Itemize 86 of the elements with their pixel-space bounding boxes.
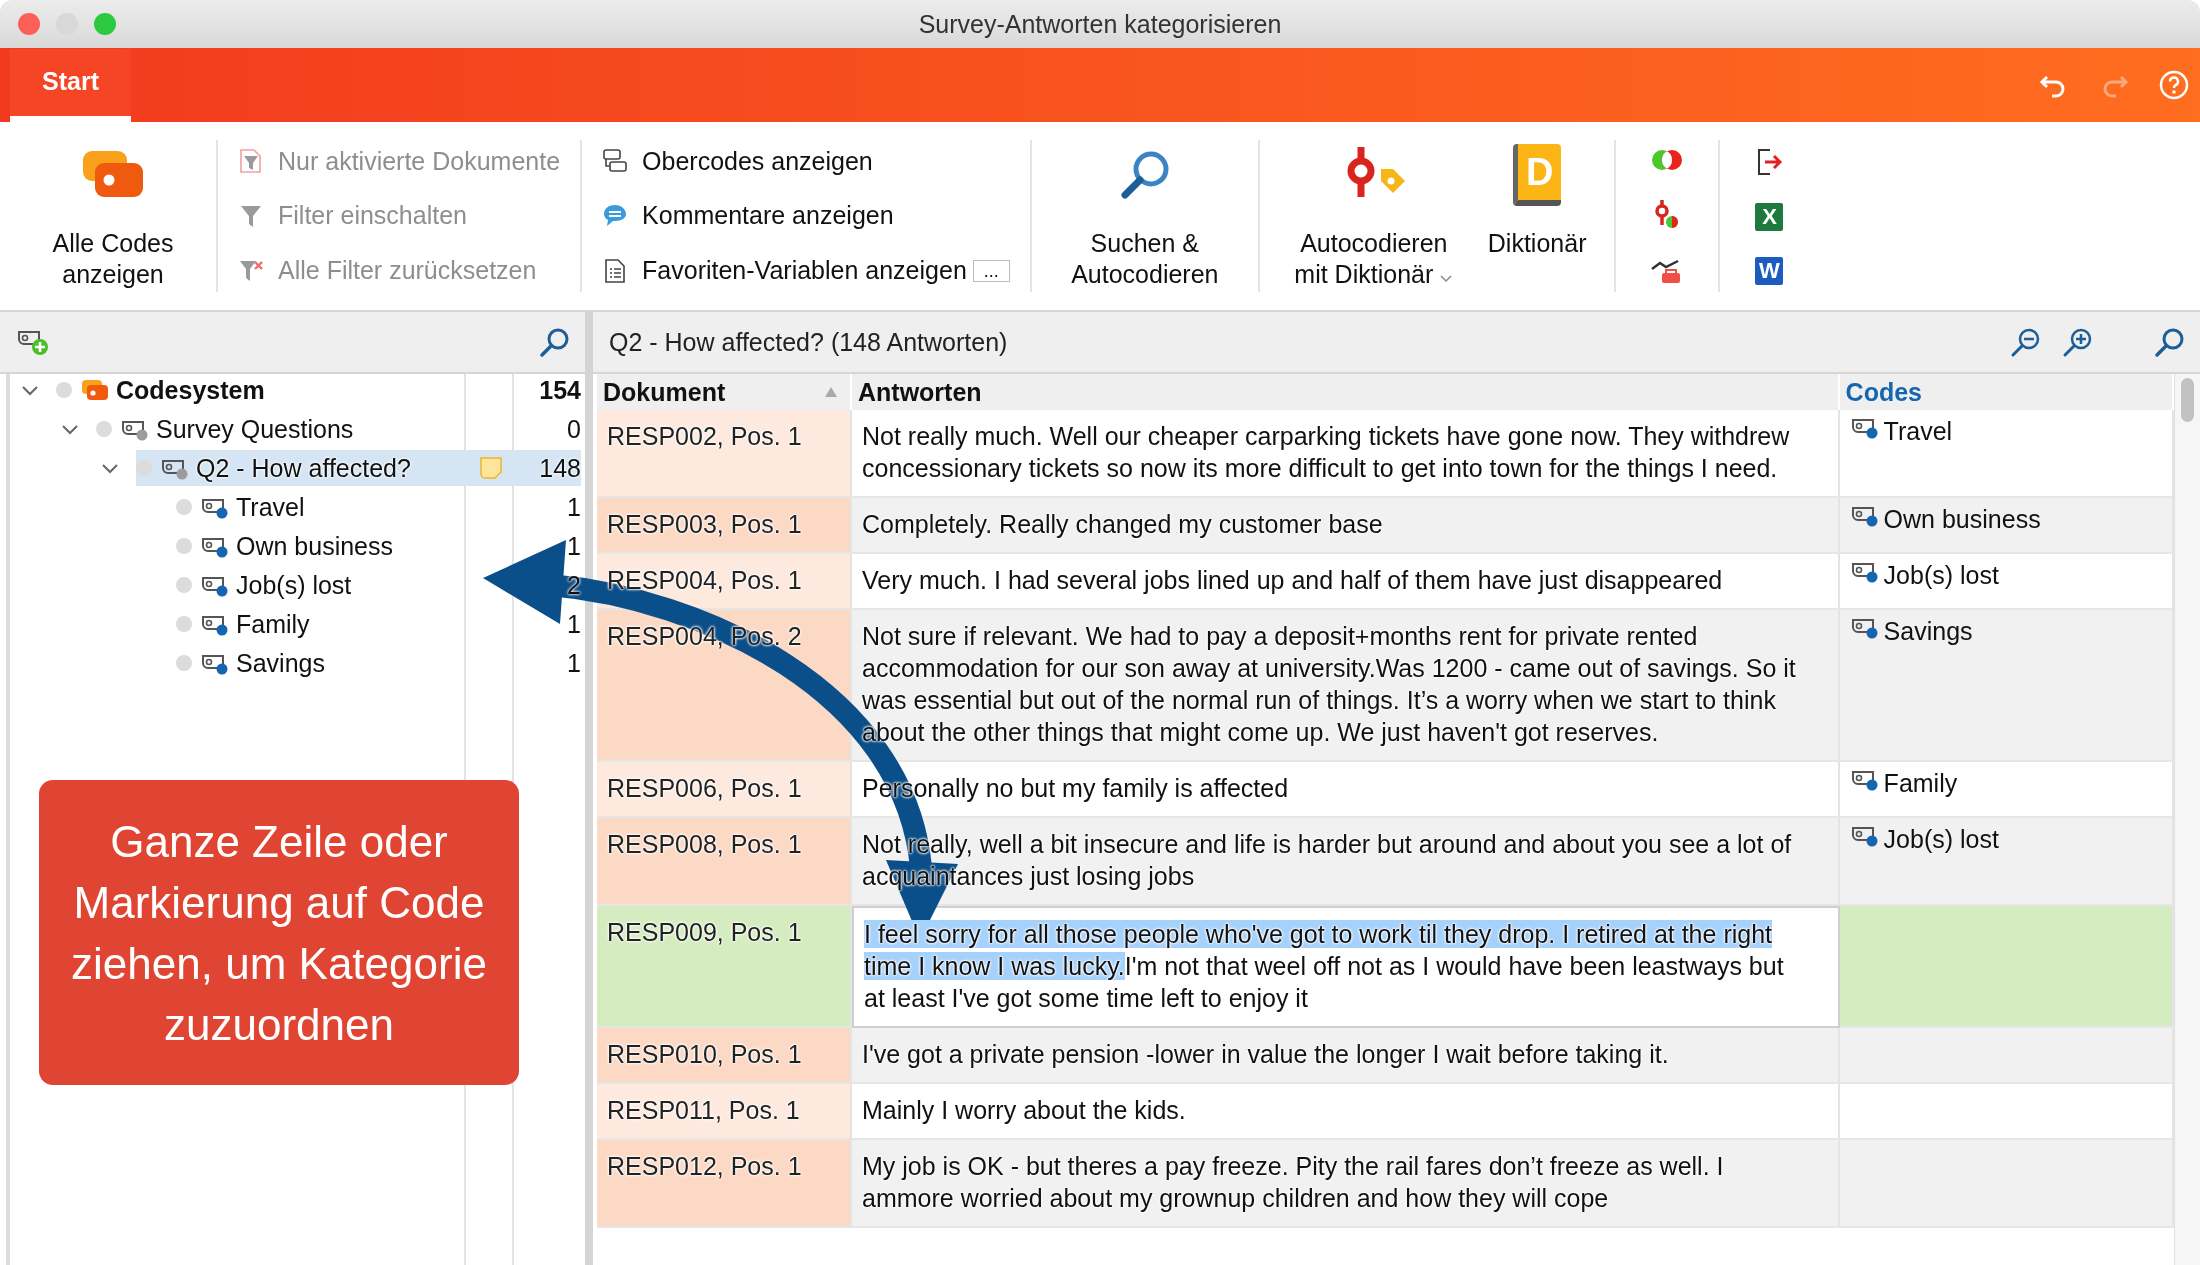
column-header[interactable]: Codes [1839,374,2174,410]
more-button[interactable]: ... [972,259,1010,282]
spreadsheet-icon[interactable]: X [1755,203,1784,231]
search-icon[interactable] [539,326,571,358]
code-count: 1 [566,648,581,678]
table-cell: RESP009, Pos. 1 [597,906,852,1028]
view-option-button[interactable]: Kommentare anzeigen [602,201,894,231]
code-count: 148 [538,453,581,483]
tree-item[interactable]: Q2 - How affected? 148 [136,450,581,486]
tree-label: Job(s) lost [236,570,352,600]
activation-dot[interactable] [96,421,112,437]
dictionary-button[interactable]: D Diktionär [1473,122,1601,310]
tree-item[interactable]: Codesystem 154 [56,372,581,408]
sort-icon [824,386,838,398]
table-cell: RESP002, Pos. 1 [597,410,852,498]
column-header[interactable]: Dokument [597,374,852,410]
table-cell: RESP011, Pos. 1 [597,1084,852,1140]
zoom-button[interactable] [94,13,116,35]
tree-label: Own business [236,531,394,561]
activation-dot[interactable] [176,499,192,515]
dictionary-book-icon: D [1513,144,1562,206]
zoom-out-icon[interactable] [2010,326,2042,358]
dropdown-icon[interactable] [1439,273,1454,283]
zoom-in-icon[interactable] [2062,326,2094,358]
filter-icon [238,203,264,229]
table-cell: RESP006, Pos. 1 [597,762,852,818]
tree-label: Family [236,609,310,639]
autocode-dictionary-button[interactable]: Autocodieren mit Diktionär [1273,122,1474,310]
table-cell: RESP012, Pos. 1 [597,1140,852,1228]
code-label: Job(s) lost [1883,824,1999,855]
column-header[interactable]: Antworten [852,374,1840,410]
code-count: 1 [566,609,581,639]
new-code-icon[interactable] [16,328,50,356]
code-count: 2 [566,570,581,600]
table-cell: RESP010, Pos. 1 [597,1028,852,1084]
text-document-icon[interactable]: W [1755,257,1784,285]
code-tree-icon [602,148,629,175]
show-all-codes-button[interactable]: Alle Codes anzeigen [24,122,202,310]
tree-item[interactable]: Job(s) lost 2 [176,567,581,603]
tree-item[interactable]: Survey Questions 0 [96,411,581,447]
activation-dot[interactable] [176,577,192,593]
tree-label: Survey Questions [156,414,354,444]
window-title: Survey-Antworten kategorisieren [918,9,1282,39]
code-label: Own business [1883,504,2041,535]
search-icon[interactable] [2154,326,2186,358]
code-count: 1 [566,531,581,561]
activation-dot[interactable] [176,655,192,671]
help-icon[interactable] [2158,69,2190,101]
filter-document-icon [238,148,264,175]
code-count: 1 [566,492,581,522]
code-count: 0 [566,414,581,444]
activation-dot[interactable] [176,616,192,632]
ribbon-tab[interactable]: Start [10,49,131,122]
overlap-circles-icon[interactable] [1650,147,1685,173]
tree-label: Savings [236,648,325,678]
speech-bubble-icon [602,203,629,229]
tree-label: Codesystem [116,375,265,405]
close-button[interactable] [18,13,40,35]
activation-dot[interactable] [56,382,72,398]
tree-item[interactable]: Own business 1 [176,528,581,564]
table-cell: RESP004, Pos. 1 [597,554,852,610]
activation-dot[interactable] [176,538,192,554]
callout-box: Ganze Zeile oder Markierung auf Code ziehen, um Kategorie zuzuordnen [39,780,519,1085]
scrollbar-thumb[interactable] [2181,378,2194,422]
tree-label: Travel [236,492,305,522]
view-option-button[interactable]: Favoriten-Variablen anzeigen [602,256,967,286]
tree-item[interactable]: Savings 1 [176,645,581,681]
code-count: 154 [538,375,581,405]
tree-item[interactable]: Travel 1 [176,489,581,525]
panel-title: Q2 - How affected? (148 Antworten) [609,327,1008,357]
table-cell: I've got a private pension -lower in value the longer I wait before taking it. [852,1028,1840,1084]
table-cell: My job is OK - but theres a pay freeze. Pity the rail fares don’t freeze as well. I ammore worried about my grownup children and how they will cope [852,1140,1840,1228]
search-autocode-button[interactable]: Suchen & Autocodieren [1045,122,1244,310]
view-option-button[interactable]: Obercodes anzeigen [602,146,873,176]
table-cell: RESP008, Pos. 1 [597,818,852,906]
table-cell: I feel sorry for all those people who've got to work til they drop. I retired at the right time I know I was lucky.I'm not that weel off not as I would have been leastways but at least I've got some time left to enjoy it [852,906,1840,1028]
activation-dot[interactable] [136,460,152,476]
code-label: Savings [1883,616,1973,647]
tree-item[interactable]: Family 1 [176,606,581,642]
code-label: Travel [1883,416,1953,447]
codesystem-icon [80,378,110,402]
code-label: Job(s) lost [1883,560,1999,591]
table-cell: RESP003, Pos. 1 [597,498,852,554]
code-label: Family [1883,768,1958,799]
table-cell: Completely. Really changed my customer base [852,498,1840,554]
tree-label: Q2 - How affected? [196,453,411,483]
